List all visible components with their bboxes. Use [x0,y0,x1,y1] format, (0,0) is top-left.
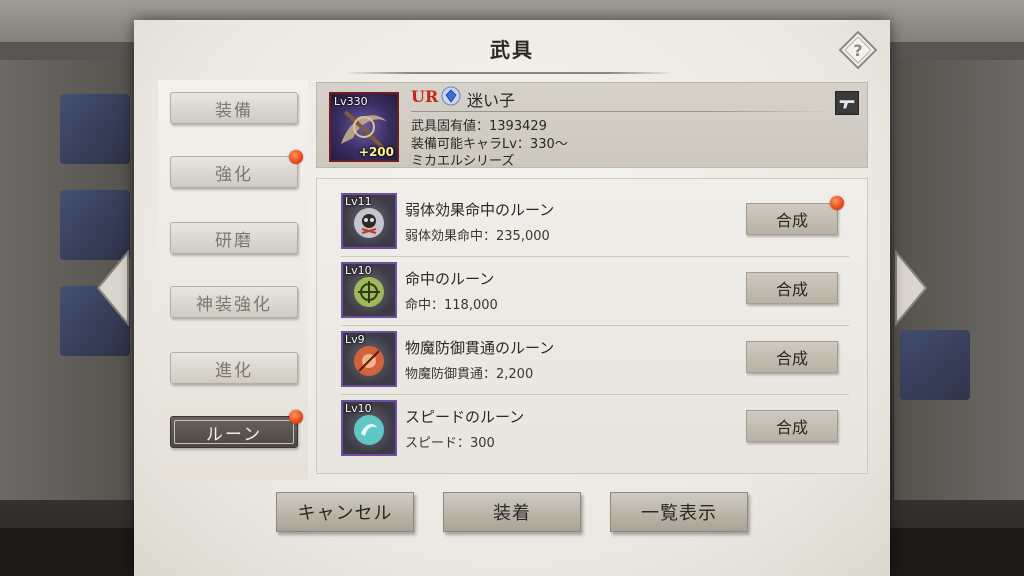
list-view-button[interactable]: 一覧表示 [610,492,748,532]
notification-badge [289,150,303,164]
name-divider [411,111,831,112]
speed-rune-icon [354,415,384,445]
list-item: Lv11 弱体効果命中のルーン 弱体効果命中：235,000 合成 [341,187,849,256]
tab-label: 進化 [215,360,253,381]
background-card [60,94,130,164]
rune-icon[interactable]: Lv11 [341,193,397,249]
prev-arrow-icon[interactable] [96,250,130,326]
skull-rune-icon [354,208,384,238]
list-item: Lv10 命中のルーン 命中：118,000 合成 [341,256,849,325]
weapon-dialog: 武具 ? 装備 強化 研磨 神装強化 進化 ルーン Lv330 +200 UR … [134,20,890,576]
pierce-rune-icon [354,346,384,376]
weapon-name: 迷い子 [467,91,516,110]
rune-name: スピードのルーン [405,408,525,426]
tab-polish[interactable]: 研磨 [170,222,298,254]
rune-stat: スピード：300 [405,436,495,451]
notification-badge [830,196,844,210]
equip-button[interactable]: 装着 [443,492,581,532]
synthesize-button[interactable]: 合成 [746,410,838,442]
rune-icon[interactable]: Lv9 [341,331,397,387]
question-diamond-icon[interactable]: ? [838,30,878,70]
rune-name: 弱体効果命中のルーン [405,201,555,219]
rune-level: Lv10 [345,264,372,277]
tab-rune[interactable]: ルーン [170,410,303,448]
target-rune-icon [354,277,384,307]
weapon-plus: +200 [358,145,394,159]
next-arrow-icon[interactable] [894,250,928,326]
rarity-label: UR [411,87,439,106]
rune-stat: 物魔防御貫通：2,200 [405,367,534,382]
synthesize-button[interactable]: 合成 [746,341,838,373]
rune-stat: 弱体効果命中：235,000 [405,229,550,244]
weapon-level: Lv330 [334,95,368,108]
tab-label: 神装強化 [196,294,272,315]
tab-equip[interactable]: 装備 [170,92,298,124]
notification-badge [289,410,303,424]
rune-icon[interactable]: Lv10 [341,400,397,456]
tab-label: 強化 [215,164,253,185]
synthesize-button[interactable]: 合成 [746,272,838,304]
gun-icon [835,91,859,115]
tab-evolve[interactable]: 進化 [170,352,298,384]
list-item: Lv10 スピードのルーン スピード：300 合成 [341,394,849,463]
rune-icon[interactable]: Lv10 [341,262,397,318]
weapon-thumbnail[interactable]: Lv330 +200 [329,92,399,162]
cancel-button[interactable]: キャンセル [276,492,414,532]
dialog-title: 武具 [490,38,534,62]
rune-level: Lv9 [345,333,365,346]
list-item: Lv9 物魔防御貫通のルーン 物魔防御貫通：2,200 合成 [341,325,849,394]
tab-label: ルーン [205,424,263,445]
rune-name: 命中のルーン [405,270,495,288]
rune-name: 物魔防御貫通のルーン [405,339,555,357]
synthesize-button[interactable]: 合成 [746,203,838,235]
tab-divine-enhance[interactable]: 神装強化 [170,286,298,318]
background-card [900,330,970,400]
tab-label: 研磨 [215,230,253,251]
tab-label: 装備 [215,100,253,121]
rune-level: Lv11 [345,195,372,208]
rune-list: Lv11 弱体効果命中のルーン 弱体効果命中：235,000 合成 Lv10 命… [316,178,868,474]
blue-gem-icon [441,86,461,106]
tab-panel: 装備 強化 研磨 神装強化 進化 ルーン [158,80,308,480]
weapon-series: ミカエルシリーズ [411,154,515,169]
weapon-unique-value: 武具固有値：1393429 [411,119,547,134]
rune-level: Lv10 [345,402,372,415]
svg-text:?: ? [853,41,862,60]
tab-enhance[interactable]: 強化 [170,150,303,188]
rune-stat: 命中：118,000 [405,298,498,313]
title-divider [344,72,674,74]
weapon-summary: Lv330 +200 UR 迷い子 武具固有値：1393429 装備可能キャラL… [316,82,868,169]
